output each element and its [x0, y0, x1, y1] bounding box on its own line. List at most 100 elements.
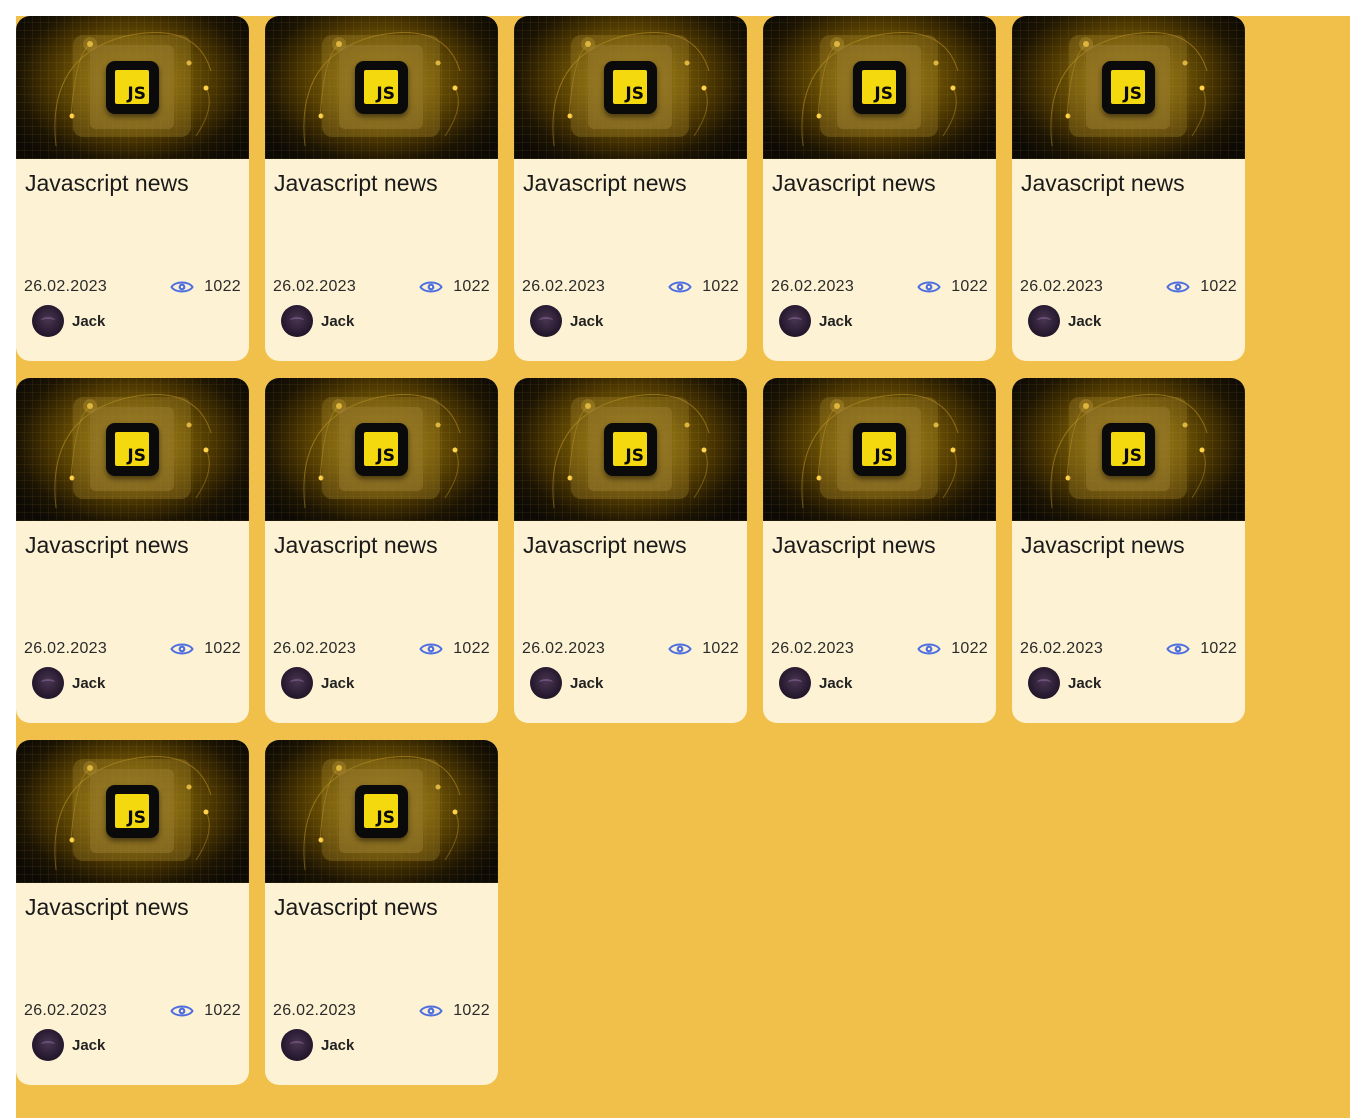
views-count: 1022	[204, 640, 241, 657]
card-author[interactable]: Jack	[281, 667, 354, 699]
card-meta: 26.02.2023 1022	[273, 1002, 490, 1020]
author-name: Jack	[72, 674, 106, 692]
card-thumbnail: JS	[265, 16, 498, 159]
card-date: 26.02.2023	[1020, 640, 1104, 657]
card-meta: 26.02.2023 1022	[24, 1002, 241, 1020]
card-title[interactable]: Javascript news	[274, 170, 438, 197]
avatar	[281, 305, 313, 337]
news-card[interactable]: JS Javascript news 26.02.2023 1022 Jack	[514, 378, 747, 723]
news-card[interactable]: JS Javascript news 26.02.2023 1022 Jack	[763, 378, 996, 723]
views-count: 1022	[1200, 278, 1237, 295]
card-author[interactable]: Jack	[1028, 667, 1101, 699]
card-date: 26.02.2023	[24, 640, 108, 657]
eye-icon	[419, 1005, 443, 1017]
author-name: Jack	[819, 674, 853, 692]
news-grid: JS Javascript news 26.02.2023 1022 Jack	[16, 16, 1350, 1085]
card-title[interactable]: Javascript news	[772, 170, 936, 197]
card-meta: 26.02.2023 1022	[522, 640, 739, 658]
views-count: 1022	[453, 1002, 490, 1019]
eye-icon	[917, 643, 941, 655]
avatar	[32, 1029, 64, 1061]
card-date: 26.02.2023	[273, 1002, 357, 1019]
news-card[interactable]: JS Javascript news 26.02.2023 1022 Jack	[1012, 16, 1245, 361]
card-author[interactable]: Jack	[779, 667, 852, 699]
card-meta: 26.02.2023 1022	[24, 640, 241, 658]
card-date: 26.02.2023	[771, 640, 855, 657]
card-views: 1022	[419, 640, 490, 658]
eye-icon	[170, 643, 194, 655]
card-meta: 26.02.2023 1022	[273, 640, 490, 658]
card-author[interactable]: Jack	[530, 667, 603, 699]
card-thumbnail: JS	[16, 378, 249, 521]
js-logo-icon: JS	[604, 61, 657, 114]
card-thumbnail: JS	[1012, 16, 1245, 159]
news-card[interactable]: JS Javascript news 26.02.2023 1022 Jack	[763, 16, 996, 361]
news-card[interactable]: JS Javascript news 26.02.2023 1022 Jack	[1012, 378, 1245, 723]
card-author[interactable]: Jack	[281, 1029, 354, 1061]
card-thumbnail: JS	[16, 740, 249, 883]
card-title[interactable]: Javascript news	[274, 532, 438, 559]
card-author[interactable]: Jack	[32, 667, 105, 699]
js-logo-icon: JS	[106, 61, 159, 114]
card-views: 1022	[668, 278, 739, 296]
author-name: Jack	[321, 1036, 355, 1054]
card-title[interactable]: Javascript news	[25, 170, 189, 197]
eye-icon	[170, 281, 194, 293]
news-card[interactable]: JS Javascript news 26.02.2023 1022 Jack	[16, 740, 249, 1085]
card-title[interactable]: Javascript news	[1021, 532, 1185, 559]
card-views: 1022	[917, 640, 988, 658]
news-card[interactable]: JS Javascript news 26.02.2023 1022 Jack	[16, 16, 249, 361]
card-author[interactable]: Jack	[32, 305, 105, 337]
card-meta: 26.02.2023 1022	[522, 278, 739, 296]
card-title[interactable]: Javascript news	[25, 532, 189, 559]
eye-icon	[419, 281, 443, 293]
news-card[interactable]: JS Javascript news 26.02.2023 1022 Jack	[265, 378, 498, 723]
card-thumbnail: JS	[16, 16, 249, 159]
news-card[interactable]: JS Javascript news 26.02.2023 1022 Jack	[514, 16, 747, 361]
views-count: 1022	[951, 640, 988, 657]
js-logo-icon: JS	[106, 423, 159, 476]
card-title[interactable]: Javascript news	[523, 170, 687, 197]
card-thumbnail: JS	[514, 378, 747, 521]
eye-icon	[668, 281, 692, 293]
avatar	[1028, 667, 1060, 699]
card-meta: 26.02.2023 1022	[24, 278, 241, 296]
avatar	[779, 305, 811, 337]
card-meta: 26.02.2023 1022	[771, 278, 988, 296]
news-card[interactable]: JS Javascript news 26.02.2023 1022 Jack	[265, 740, 498, 1085]
avatar	[32, 667, 64, 699]
card-title[interactable]: Javascript news	[772, 532, 936, 559]
eye-icon	[668, 643, 692, 655]
eye-icon	[917, 281, 941, 293]
news-card[interactable]: JS Javascript news 26.02.2023 1022 Jack	[265, 16, 498, 361]
card-thumbnail: JS	[763, 16, 996, 159]
card-date: 26.02.2023	[24, 278, 108, 295]
author-name: Jack	[1068, 674, 1102, 692]
card-title[interactable]: Javascript news	[274, 894, 438, 921]
card-views: 1022	[1166, 640, 1237, 658]
card-author[interactable]: Jack	[779, 305, 852, 337]
js-logo-text: JS	[376, 84, 395, 104]
eye-icon	[419, 643, 443, 655]
views-count: 1022	[702, 640, 739, 657]
card-author[interactable]: Jack	[32, 1029, 105, 1061]
card-title[interactable]: Javascript news	[1021, 170, 1185, 197]
card-thumbnail: JS	[265, 740, 498, 883]
card-views: 1022	[419, 278, 490, 296]
js-logo-text: JS	[127, 446, 146, 466]
news-card[interactable]: JS Javascript news 26.02.2023 1022 Jack	[16, 378, 249, 723]
author-name: Jack	[819, 312, 853, 330]
author-name: Jack	[321, 674, 355, 692]
eye-icon	[1166, 643, 1190, 655]
card-author[interactable]: Jack	[530, 305, 603, 337]
avatar	[530, 305, 562, 337]
card-author[interactable]: Jack	[1028, 305, 1101, 337]
eye-icon	[170, 1005, 194, 1017]
js-logo-text: JS	[127, 808, 146, 828]
js-logo-icon: JS	[106, 785, 159, 838]
card-title[interactable]: Javascript news	[25, 894, 189, 921]
js-logo-text: JS	[1123, 84, 1142, 104]
card-author[interactable]: Jack	[281, 305, 354, 337]
views-count: 1022	[453, 278, 490, 295]
card-title[interactable]: Javascript news	[523, 532, 687, 559]
